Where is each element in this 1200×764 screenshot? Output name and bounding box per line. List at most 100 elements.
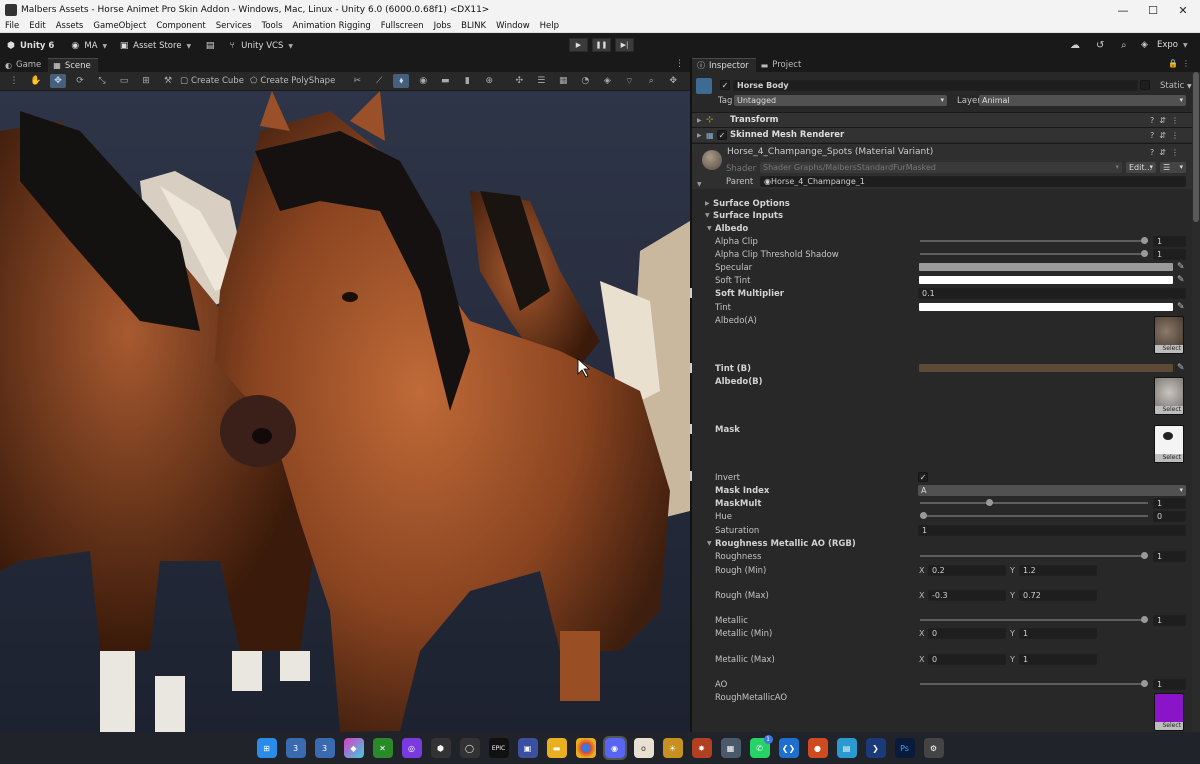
maskmult-knob[interactable] — [986, 499, 994, 506]
step-button[interactable]: ▶| — [615, 38, 634, 52]
roughness-field[interactable]: 1 — [1153, 551, 1186, 562]
ao-field[interactable]: 1 — [1153, 679, 1186, 690]
gizmos-icon[interactable]: ⊕ — [481, 74, 497, 88]
eyedropper-icon[interactable]: ✎ — [1177, 363, 1185, 373]
draw-mode-icon[interactable]: ⬧ — [393, 74, 410, 88]
search-scene-icon[interactable]: ⌕ — [643, 74, 659, 88]
saturation-field[interactable]: 1 — [918, 525, 1186, 536]
alpha-clip-knob[interactable] — [1141, 237, 1148, 244]
drag-handle-icon[interactable]: ⋮ — [6, 74, 22, 88]
soft-tint-color-field[interactable] — [919, 276, 1173, 284]
static-dropdown[interactable]: Static ▼ — [1160, 81, 1192, 91]
calculator-icon[interactable]: ▦ — [720, 738, 741, 758]
vscode-icon[interactable]: ❮❯ — [778, 738, 799, 758]
copilot-icon[interactable]: ◆ — [343, 738, 364, 758]
material-menu-icons[interactable]: ?⇵⋮ — [1150, 148, 1184, 157]
menu-tools[interactable]: Tools — [257, 21, 288, 31]
move-tool-icon[interactable]: ✥ — [50, 74, 66, 88]
transform-header[interactable]: ▶ ⊹ Transform ?⇵⋮ — [692, 112, 1192, 127]
snap-icon[interactable]: ⟋ — [371, 74, 387, 88]
menu-file[interactable]: File — [0, 21, 24, 31]
eyedropper-icon[interactable]: ✎ — [1177, 275, 1185, 285]
asset-store-dropdown[interactable]: ▣ Asset Store ▼ — [119, 41, 191, 51]
epic-icon[interactable]: EPIC — [488, 738, 509, 758]
select-button[interactable]: Select — [1155, 345, 1183, 353]
alpha-shadow-field[interactable]: 1 — [1153, 249, 1186, 260]
metallic-max-y-field[interactable]: 1 — [1019, 654, 1097, 665]
history-icon[interactable]: ↺ — [1096, 40, 1104, 51]
cloud-icon[interactable]: ☁ — [1070, 40, 1080, 51]
hand-tool-icon[interactable]: ✋ — [28, 74, 44, 88]
rect-tool-icon[interactable]: ▭ — [116, 74, 132, 88]
minimize-button[interactable]: — — [1108, 0, 1138, 20]
inspector-lock-icon[interactable]: 🔒⋮ — [1168, 59, 1194, 68]
hue-field[interactable]: 0 — [1153, 511, 1186, 522]
gizmo-toggle-icon[interactable]: ✂ — [349, 74, 365, 88]
albedo-a-texture-slot[interactable]: Select — [1154, 316, 1184, 354]
layout-dropdown[interactable]: Expo ▼ — [1157, 40, 1188, 50]
camera-icon[interactable]: ▮ — [459, 74, 475, 88]
save-icon[interactable]: ▣ — [517, 738, 538, 758]
unity-icon[interactable]: ◯ — [459, 738, 480, 758]
scrollbar-thumb[interactable] — [1193, 72, 1199, 222]
app-dot-icon[interactable]: ● — [807, 738, 828, 758]
select-button[interactable]: Select — [1155, 454, 1183, 462]
chrome-icon[interactable] — [575, 738, 596, 758]
scale-tool-icon[interactable]: ⤡ — [94, 74, 110, 88]
albedo-foldout[interactable]: ▼ Albedo — [692, 222, 1192, 235]
tab-scene[interactable]: ▦ Scene — [48, 58, 98, 72]
eyedropper-icon[interactable]: ✎ — [1177, 302, 1185, 312]
lighting-icon[interactable]: ◔ — [577, 74, 593, 88]
tab-project[interactable]: ▬ Project — [756, 58, 809, 72]
alpha-shadow-slider[interactable] — [920, 253, 1148, 255]
maximize-button[interactable]: ☐ — [1138, 0, 1168, 20]
xbox-icon[interactable]: ✕ — [372, 738, 393, 758]
app-3-icon[interactable]: 3 — [285, 738, 306, 758]
rma-foldout[interactable]: ▼ Roughness Metallic AO (RGB) — [692, 537, 1192, 550]
rough-max-x-field[interactable]: -0.3 — [928, 590, 1006, 601]
metallic-min-y-field[interactable]: 1 — [1019, 628, 1097, 639]
metallic-max-x-field[interactable]: 0 — [928, 654, 1006, 665]
close-button[interactable]: ✕ — [1168, 0, 1198, 20]
skinned-enabled-checkbox[interactable]: ✓ — [717, 130, 727, 140]
photoshop-icon[interactable]: Ps — [894, 738, 915, 758]
unity-settings-icon[interactable]: ⚙ — [923, 738, 944, 758]
create-polyshape-button[interactable]: ⬠ Create PolyShape — [250, 76, 335, 86]
roughness-slider[interactable] — [920, 555, 1148, 557]
menu-window[interactable]: Window — [491, 21, 535, 31]
layers-icon[interactable]: ◈ — [1141, 40, 1148, 50]
rough-max-y-field[interactable]: 0.72 — [1019, 590, 1097, 601]
windows-icon[interactable]: ⊞ — [256, 738, 277, 758]
powershell-icon[interactable]: ❯ — [865, 738, 886, 758]
effects-icon[interactable]: ◈ — [599, 74, 615, 88]
specular-color-field[interactable] — [919, 263, 1173, 271]
visibility-icon[interactable]: ◉ — [415, 74, 431, 88]
roughness-knob[interactable] — [1141, 552, 1148, 559]
audio-icon[interactable]: ⌔ — [621, 74, 637, 88]
view-tools-icon[interactable]: ✥ — [665, 74, 681, 88]
rough-min-y-field[interactable]: 1.2 — [1019, 565, 1097, 576]
soft-multiplier-field[interactable]: 0.1 — [918, 288, 1186, 299]
pause-button[interactable]: ❚❚ — [592, 38, 611, 52]
transform-tool-icon[interactable]: ⊞ — [138, 74, 154, 88]
roughmetalao-texture-slot[interactable]: Select — [1154, 693, 1184, 731]
package-icon-button[interactable]: ▤ — [205, 41, 219, 51]
menu-blink[interactable]: BLINK — [456, 21, 491, 31]
eyedropper-icon[interactable]: ✎ — [1177, 262, 1185, 272]
object-name-field[interactable]: Horse Body — [733, 80, 1138, 91]
component-menu-icons[interactable]: ?⇵⋮ — [1150, 131, 1184, 140]
alpha-clip-field[interactable]: 1 — [1153, 236, 1186, 247]
skinned-mesh-header[interactable]: ▶ ▦ ✓ Skinned Mesh Renderer ?⇵⋮ — [692, 127, 1192, 142]
search-icon[interactable]: ⌕ — [1121, 40, 1127, 51]
tint-color-field[interactable] — [919, 303, 1173, 311]
app-icon[interactable]: ◎ — [401, 738, 422, 758]
hue-knob[interactable] — [920, 512, 927, 519]
unity-button[interactable]: ⬢ Unity 6 — [6, 41, 54, 51]
shader-edit-button[interactable]: Edit... — [1126, 162, 1156, 173]
menu-gameobject[interactable]: GameObject — [88, 21, 151, 31]
parent-field[interactable]: ◉Horse_4_Champange_1 — [760, 176, 1186, 187]
maskmult-field[interactable]: 1 — [1153, 498, 1186, 509]
layer-dropdown[interactable]: Animal — [979, 95, 1186, 106]
vcs-dropdown[interactable]: ⑂ Unity VCS ▼ — [227, 41, 293, 51]
shader-dropdown[interactable]: Shader Graphs/MalbersStandardFurMasked — [760, 162, 1122, 173]
